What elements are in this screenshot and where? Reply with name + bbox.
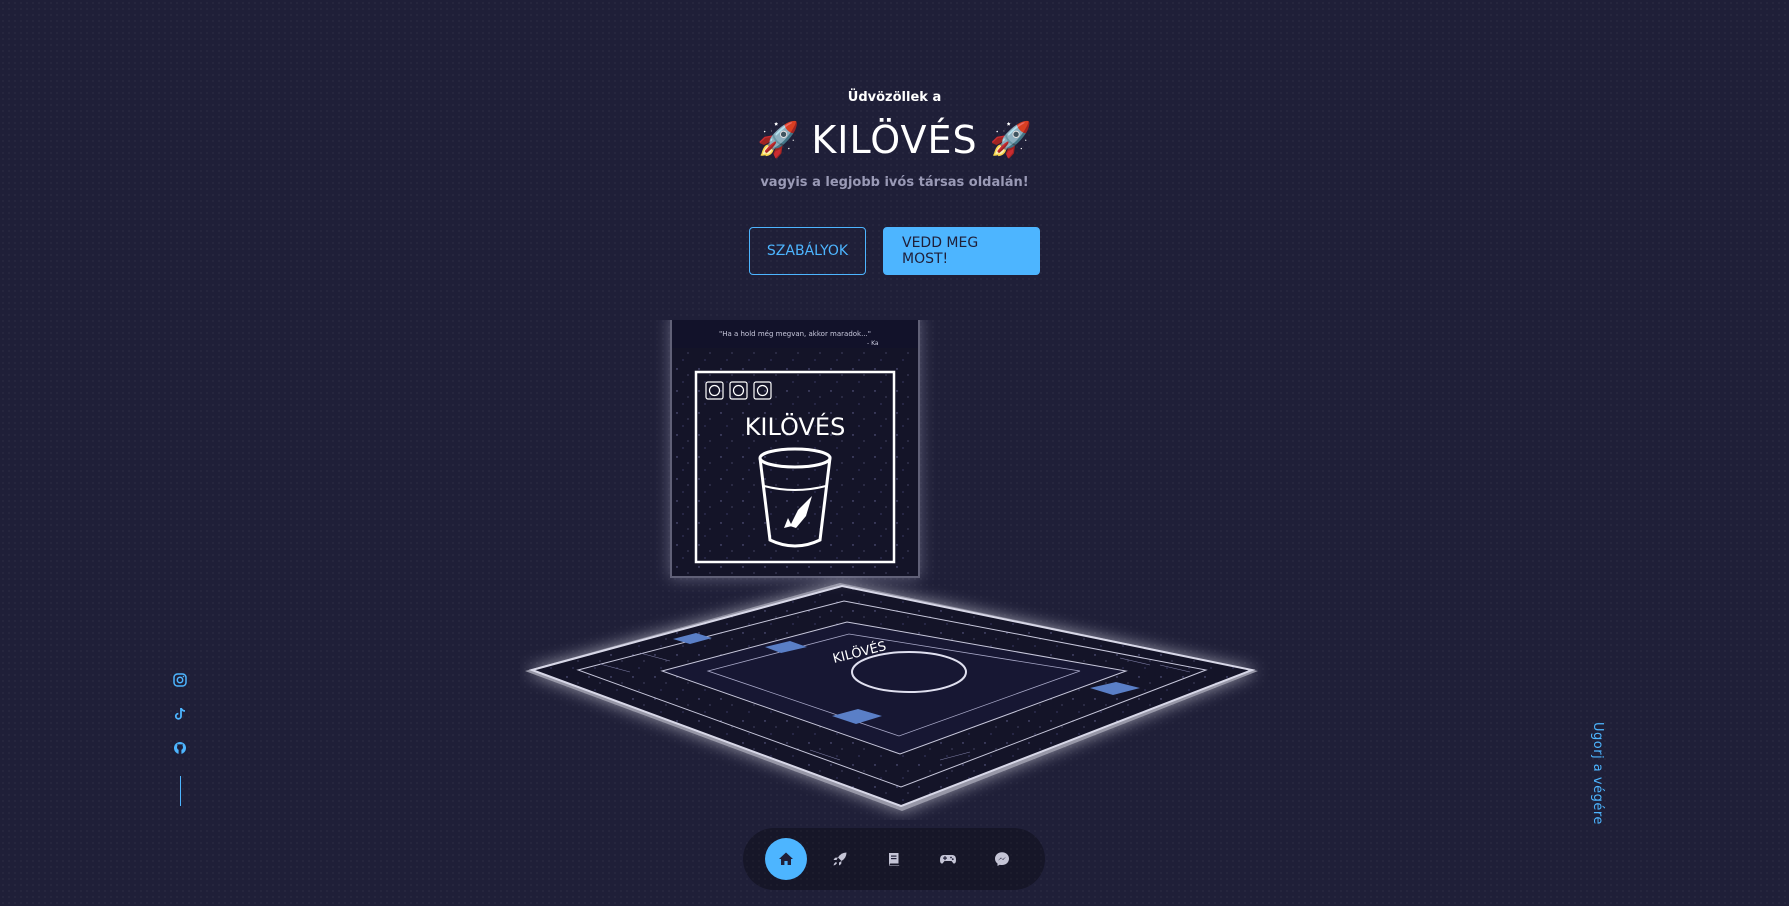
rules-button[interactable]: SZABÁLYOK xyxy=(749,227,866,275)
nav-about[interactable] xyxy=(819,838,861,880)
rocket-emoji-left: 🚀 xyxy=(757,120,800,160)
page: Üdvözöllek a 🚀 KILÖVÉS 🚀 vagyis a legjob… xyxy=(0,0,1789,906)
box-title: KILÖVÉS xyxy=(745,412,846,441)
box-quote-author: - Ka xyxy=(867,340,879,347)
game-board: KILÖVÉS xyxy=(525,583,1258,811)
tiktok-link[interactable] xyxy=(172,706,188,722)
nav-rules[interactable] xyxy=(873,838,915,880)
nav-home[interactable] xyxy=(765,838,807,880)
cta-buttons: SZABÁLYOK VEDD MEG MOST! xyxy=(0,227,1789,275)
github-link[interactable] xyxy=(172,740,188,756)
page-title: KILÖVÉS xyxy=(811,118,978,162)
tiktok-icon xyxy=(174,707,186,720)
gamepad-icon xyxy=(940,855,956,864)
instagram-link[interactable] xyxy=(172,672,188,688)
nav-game[interactable] xyxy=(927,838,969,880)
buy-now-button[interactable]: VEDD MEG MOST! xyxy=(883,227,1040,275)
rocket-icon xyxy=(833,852,847,866)
bottom-nav xyxy=(743,828,1045,890)
social-links xyxy=(170,672,190,806)
social-divider-line xyxy=(179,776,181,806)
game-box: "Ha a hold még megvan, akkor maradok..."… xyxy=(670,320,920,578)
book-icon xyxy=(889,853,900,866)
hero-product-image: KILÖVÉS "Ha a hold még megvan, akkor mar… xyxy=(525,320,1258,811)
instagram-icon xyxy=(173,673,187,687)
home-icon xyxy=(779,852,793,865)
rocket-emoji-right: 🚀 xyxy=(989,120,1032,160)
title-row: 🚀 KILÖVÉS 🚀 xyxy=(0,116,1789,164)
messenger-icon xyxy=(995,852,1009,866)
box-quote: "Ha a hold még megvan, akkor maradok..." xyxy=(719,330,871,338)
hero-header: Üdvözöllek a 🚀 KILÖVÉS 🚀 vagyis a legjob… xyxy=(0,88,1789,192)
page-subtitle: vagyis a legjobb ivós társas oldalán! xyxy=(760,175,1029,190)
nav-contact[interactable] xyxy=(981,838,1023,880)
scroll-to-end-link[interactable]: Ugorj a végére xyxy=(1590,722,1605,825)
github-icon xyxy=(174,742,186,754)
greeting-text: Üdvözöllek a xyxy=(847,90,942,105)
